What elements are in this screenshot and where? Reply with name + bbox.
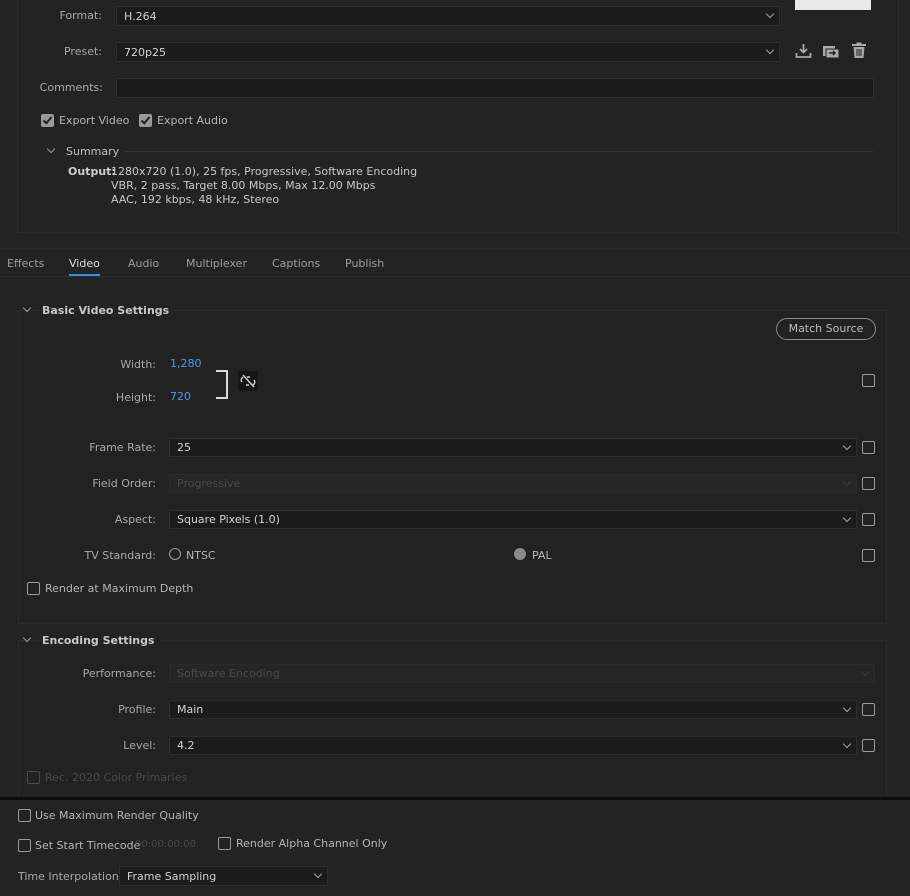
comments-label: Comments: xyxy=(39,81,103,94)
field-order-value: Progressive xyxy=(177,477,241,490)
aspect-label: Aspect: xyxy=(114,513,156,526)
frame-rate-value: 25 xyxy=(177,441,191,454)
tab-audio[interactable]: Audio xyxy=(128,257,159,270)
delete-preset-icon[interactable] xyxy=(851,42,867,59)
aspect-value: Square Pixels (1.0) xyxy=(177,513,280,526)
level-label: Level: xyxy=(123,739,156,752)
max-render-quality-checkbox[interactable] xyxy=(18,809,31,822)
level-checkbox[interactable] xyxy=(862,739,875,752)
profile-label: Profile: xyxy=(118,703,156,716)
import-preset-icon[interactable] xyxy=(822,43,840,59)
time-interp-label: Time Interpolation: xyxy=(18,870,123,883)
summary-divider xyxy=(125,151,873,152)
unlink-aspect-icon[interactable] xyxy=(238,371,258,391)
profile-checkbox[interactable] xyxy=(862,703,875,716)
frame-rate-dropdown[interactable]: 25 xyxy=(169,438,857,457)
height-label: Height: xyxy=(115,391,156,404)
profile-dropdown[interactable]: Main xyxy=(169,700,857,719)
field-order-dropdown: Progressive xyxy=(169,474,857,493)
tab-captions[interactable]: Captions xyxy=(272,257,320,270)
tab-multiplexer[interactable]: Multiplexer xyxy=(186,257,247,270)
output-line-1: 1280x720 (1.0), 25 fps, Progressive, Sof… xyxy=(111,165,418,178)
aspect-checkbox[interactable] xyxy=(862,513,875,526)
tv-standard-label: TV Standard: xyxy=(84,549,157,562)
start-timecode-value: 00:00:00:00 xyxy=(135,839,197,850)
section-divider xyxy=(0,248,910,249)
encoding-title: Encoding Settings xyxy=(42,634,161,647)
frame-rate-label: Frame Rate: xyxy=(89,441,156,454)
export-audio-checkbox[interactable] xyxy=(139,114,152,127)
comments-input[interactable] xyxy=(116,78,874,98)
chevron-down-icon xyxy=(842,441,852,451)
tabs-divider xyxy=(0,276,910,277)
aspect-link-bracket xyxy=(216,370,228,399)
tab-effects[interactable]: Effects xyxy=(7,257,44,270)
start-timecode-checkbox[interactable] xyxy=(18,839,31,852)
chevron-down-icon xyxy=(842,739,852,749)
tv-standard-checkbox[interactable] xyxy=(862,549,875,562)
output-line-3: AAC, 192 kbps, 48 kHz, Stereo xyxy=(111,193,280,206)
profile-value: Main xyxy=(177,703,204,716)
rec2020-checkbox xyxy=(27,771,40,784)
match-source-button[interactable]: Match Source xyxy=(776,318,876,340)
render-max-depth-label: Render at Maximum Depth xyxy=(45,582,194,595)
width-label: Width: xyxy=(120,358,156,371)
aspect-dropdown[interactable]: Square Pixels (1.0) xyxy=(169,510,857,529)
level-dropdown[interactable]: 4.2 xyxy=(169,736,857,755)
pal-label: PAL xyxy=(532,549,552,562)
performance-dropdown: Software Encoding xyxy=(169,664,875,683)
render-max-depth-checkbox[interactable] xyxy=(27,582,40,595)
format-dropdown[interactable]: H.264 xyxy=(116,6,780,26)
dimensions-override-checkbox[interactable] xyxy=(862,374,875,387)
chevron-down-icon xyxy=(313,869,323,879)
chevron-down-icon xyxy=(765,9,775,19)
frame-rate-checkbox[interactable] xyxy=(862,441,875,454)
start-timecode-label: Set Start Timecode xyxy=(35,839,141,852)
basic-video-title: Basic Video Settings xyxy=(42,304,176,317)
export-audio-label: Export Audio xyxy=(157,114,228,127)
preset-label: Preset: xyxy=(63,45,102,58)
field-order-checkbox[interactable] xyxy=(862,477,875,490)
ntsc-radio[interactable] xyxy=(169,548,181,560)
chevron-down-icon xyxy=(842,477,852,487)
format-label: Format: xyxy=(59,9,102,22)
rec2020-label: Rec. 2020 Color Primaries xyxy=(45,771,188,784)
max-render-quality-label: Use Maximum Render Quality xyxy=(35,809,199,822)
preset-dropdown[interactable]: 720p25 xyxy=(116,42,780,62)
time-interp-dropdown[interactable]: Frame Sampling xyxy=(119,866,328,886)
performance-value: Software Encoding xyxy=(177,667,280,680)
tab-publish[interactable]: Publish xyxy=(345,257,384,270)
preset-value: 720p25 xyxy=(124,46,166,59)
time-interp-value: Frame Sampling xyxy=(127,870,217,883)
ntsc-label: NTSC xyxy=(186,549,216,562)
performance-label: Performance: xyxy=(82,667,156,680)
chevron-down-icon xyxy=(860,667,870,677)
field-order-label: Field Order: xyxy=(92,477,156,490)
alpha-only-checkbox[interactable] xyxy=(218,837,231,850)
tab-video[interactable]: Video xyxy=(69,257,100,276)
chevron-down-icon xyxy=(765,45,775,55)
save-preset-icon[interactable] xyxy=(795,43,812,59)
export-video-label: Export Video xyxy=(59,114,130,127)
width-value[interactable]: 1,280 xyxy=(170,357,202,370)
export-video-checkbox[interactable] xyxy=(41,114,54,127)
chevron-down-icon xyxy=(842,513,852,523)
height-value[interactable]: 720 xyxy=(170,390,191,403)
summary-title: Summary xyxy=(66,145,120,158)
level-value: 4.2 xyxy=(177,739,195,752)
output-line-2: VBR, 2 pass, Target 8.00 Mbps, Max 12.00… xyxy=(111,179,376,192)
output-label: Output: xyxy=(68,165,116,178)
source-thumbnail xyxy=(795,0,871,10)
alpha-only-label: Render Alpha Channel Only xyxy=(236,837,388,850)
format-value: H.264 xyxy=(124,10,157,23)
pal-radio[interactable] xyxy=(514,548,526,560)
chevron-down-icon xyxy=(842,703,852,713)
